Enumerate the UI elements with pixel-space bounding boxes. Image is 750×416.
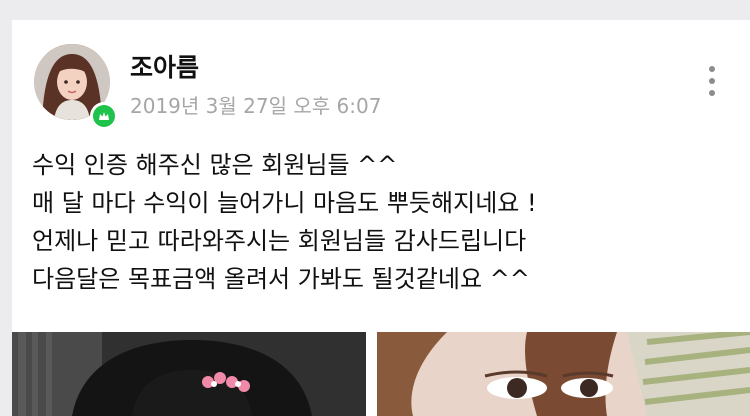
post-card: 조아름 2019년 3월 27일 오후 6:07 수익 인증 해주신 많은 회원… (12, 20, 750, 416)
post-body-line: 수익 인증 해주신 많은 회원님들 ^^ (32, 151, 398, 179)
post-photo-2[interactable] (377, 332, 750, 416)
more-vertical-icon[interactable] (702, 66, 722, 102)
post-body-line: 다음달은 목표금액 올려서 가봐도 될것같네요 ^^ (32, 265, 530, 293)
post-photo-1[interactable] (12, 332, 366, 416)
post-body: 수익 인증 해주신 많은 회원님들 ^^ 매 달 마다 수익이 늘어가니 마음도… (32, 146, 732, 298)
verified-badge (90, 102, 118, 130)
verified-badge-icon (93, 105, 115, 127)
post-body-line: 매 달 마다 수익이 늘어가니 마음도 뿌듯해지네요 ! (32, 189, 537, 217)
author-name[interactable]: 조아름 (130, 48, 199, 84)
post-timestamp: 2019년 3월 27일 오후 6:07 (130, 94, 382, 118)
post-body-line: 언제나 믿고 따라와주시는 회원님들 감사드립니다 (32, 227, 527, 255)
